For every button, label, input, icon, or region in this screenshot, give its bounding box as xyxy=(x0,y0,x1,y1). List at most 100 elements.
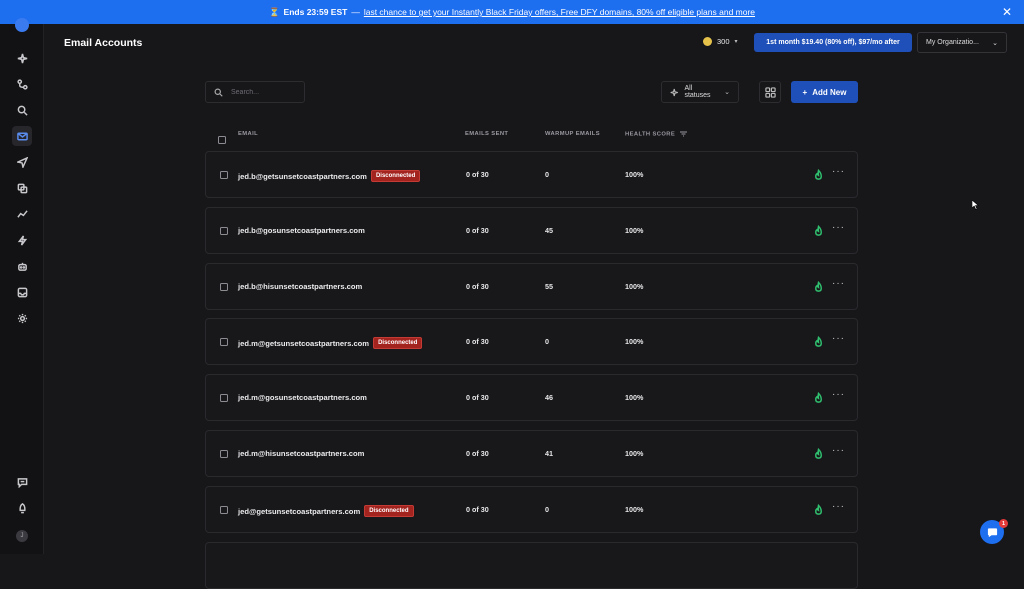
more-options-icon[interactable]: ··· xyxy=(832,166,845,177)
search-input[interactable] xyxy=(231,88,291,96)
row-checkbox[interactable] xyxy=(220,171,228,179)
upgrade-offer-button[interactable]: 1st month $19.40 (80% off), $97/mo after xyxy=(754,33,912,52)
workflow-icon[interactable] xyxy=(12,74,32,94)
health-score-cell: 100% xyxy=(625,393,644,402)
column-header-health-score[interactable]: HEALTH SCORE xyxy=(625,131,688,138)
table-row[interactable]: jed.b@getsunsetcoastpartners.com Disconn… xyxy=(205,151,858,198)
email-cell: jed.m@gosunsetcoastpartners.com xyxy=(238,393,367,402)
credits-value: 300 xyxy=(717,37,730,46)
table-row[interactable]: jed.m@hisunsetcoastpartners.com 0 of 30 … xyxy=(205,430,858,477)
email-cell: jed.b@hisunsetcoastpartners.com xyxy=(238,282,362,291)
inbox-icon[interactable] xyxy=(12,282,32,302)
credits-indicator[interactable]: 300 ▾ xyxy=(703,37,738,46)
health-score-cell: 100% xyxy=(625,505,644,514)
row-checkbox[interactable] xyxy=(220,283,228,291)
search-icon[interactable] xyxy=(12,100,32,120)
add-new-label: Add New xyxy=(812,87,847,97)
health-score-cell: 100% xyxy=(625,226,644,235)
feedback-icon[interactable] xyxy=(12,472,32,492)
bolt-icon[interactable] xyxy=(12,230,32,250)
email-cell: jed.m@getsunsetcoastpartners.com Disconn… xyxy=(238,337,423,349)
chevron-down-icon: ⌄ xyxy=(724,89,730,96)
health-score-cell: 100% xyxy=(625,282,644,291)
warmup-emails-cell: 45 xyxy=(545,226,553,235)
settings-icon[interactable] xyxy=(12,308,32,328)
mail-icon[interactable] xyxy=(12,126,32,146)
email-cell: jed.b@gosunsetcoastpartners.com xyxy=(238,226,365,235)
more-options-icon[interactable]: ··· xyxy=(832,445,845,456)
more-options-icon[interactable]: ··· xyxy=(832,278,845,289)
row-checkbox[interactable] xyxy=(220,506,228,514)
copy-icon[interactable] xyxy=(12,178,32,198)
warmup-emails-cell: 0 xyxy=(545,170,549,179)
workspace-avatar[interactable] xyxy=(15,18,29,32)
warmup-fire-icon[interactable] xyxy=(813,280,824,292)
table-row[interactable]: jed.b@hisunsetcoastpartners.com 0 of 30 … xyxy=(205,263,858,310)
warmup-emails-cell: 46 xyxy=(545,393,553,402)
promo-banner: ⏳ Ends 23:59 EST — last chance to get yo… xyxy=(0,0,1024,24)
banner-dash: — xyxy=(351,7,360,17)
warmup-fire-icon[interactable] xyxy=(813,168,824,180)
sort-icon[interactable] xyxy=(680,131,688,137)
grid-view-button[interactable] xyxy=(759,81,781,103)
rocket-icon[interactable] xyxy=(12,498,32,518)
search-box[interactable] xyxy=(205,81,305,103)
table-row[interactable]: jed@getsunsetcoastpartners.com Disconnec… xyxy=(205,486,858,533)
emails-sent-cell: 0 of 30 xyxy=(466,337,489,346)
warmup-emails-cell: 55 xyxy=(545,282,553,291)
emails-sent-cell: 0 of 30 xyxy=(466,505,489,514)
warmup-fire-icon[interactable] xyxy=(813,224,824,236)
close-icon[interactable]: ✕ xyxy=(1002,5,1012,19)
organization-select[interactable]: My Organizatio... ⌄ xyxy=(917,32,1007,53)
send-icon[interactable] xyxy=(12,152,32,172)
warmup-fire-icon[interactable] xyxy=(813,447,824,459)
warmup-fire-icon[interactable] xyxy=(813,391,824,403)
status-filter-dropdown[interactable]: All statuses ⌄ xyxy=(661,81,739,103)
table-row[interactable]: jed.b@gosunsetcoastpartners.com 0 of 30 … xyxy=(205,207,858,254)
add-new-button[interactable]: + Add New xyxy=(791,81,858,103)
page-title: Email Accounts xyxy=(64,37,143,49)
disconnected-badge: Disconnected xyxy=(373,337,423,349)
table-row[interactable]: jed.m@gosunsetcoastpartners.com 0 of 30 … xyxy=(205,374,858,421)
more-options-icon[interactable]: ··· xyxy=(832,501,845,512)
email-cell: jed@getsunsetcoastpartners.com Disconnec… xyxy=(238,505,414,517)
robot-icon[interactable] xyxy=(12,256,32,276)
email-address: jed.b@hisunsetcoastpartners.com xyxy=(238,282,363,291)
emails-sent-cell: 0 of 30 xyxy=(466,282,489,291)
chat-icon xyxy=(987,527,997,537)
sparkle-icon xyxy=(670,88,678,96)
more-options-icon[interactable]: ··· xyxy=(832,389,845,400)
email-cell: jed.b@getsunsetcoastpartners.com Disconn… xyxy=(238,170,421,182)
more-options-icon[interactable]: ··· xyxy=(832,222,845,233)
warmup-fire-icon[interactable] xyxy=(813,503,824,515)
chevron-down-icon: ▾ xyxy=(734,39,738,45)
email-address: jed@getsunsetcoastpartners.com xyxy=(238,506,361,516)
health-score-label: HEALTH SCORE xyxy=(625,131,676,138)
analytics-icon[interactable] xyxy=(12,204,32,224)
emails-sent-cell: 0 of 30 xyxy=(466,226,489,235)
select-all-checkbox[interactable] xyxy=(218,131,226,149)
chevron-down-icon: ⌄ xyxy=(992,39,998,47)
email-address: jed.b@getsunsetcoastpartners.com xyxy=(238,171,367,181)
row-checkbox[interactable] xyxy=(220,450,228,458)
warmup-emails-cell: 41 xyxy=(545,449,553,458)
table-row[interactable] xyxy=(205,542,858,589)
row-checkbox[interactable] xyxy=(220,227,228,235)
banner-offer-link[interactable]: last chance to get your Instantly Black … xyxy=(364,7,755,17)
plus-icon: + xyxy=(802,87,808,97)
table-row[interactable]: jed.m@getsunsetcoastpartners.com Disconn… xyxy=(205,318,858,365)
column-header-emails-sent: EMAILS SENT xyxy=(465,131,509,137)
emails-sent-cell: 0 of 30 xyxy=(466,449,489,458)
warmup-fire-icon[interactable] xyxy=(813,335,824,347)
search-icon xyxy=(214,88,223,97)
banner-deadline: Ends 23:59 EST xyxy=(283,7,348,17)
user-avatar[interactable]: J xyxy=(16,530,28,542)
row-checkbox[interactable] xyxy=(220,394,228,402)
warmup-emails-cell: 0 xyxy=(545,337,549,346)
more-options-icon[interactable]: ··· xyxy=(832,333,845,344)
health-score-cell: 100% xyxy=(625,449,644,458)
status-filter-label: All statuses xyxy=(684,85,711,99)
chat-unread-badge: 1 xyxy=(999,519,1008,528)
row-checkbox[interactable] xyxy=(220,338,228,346)
sparkle-icon[interactable] xyxy=(12,48,32,68)
